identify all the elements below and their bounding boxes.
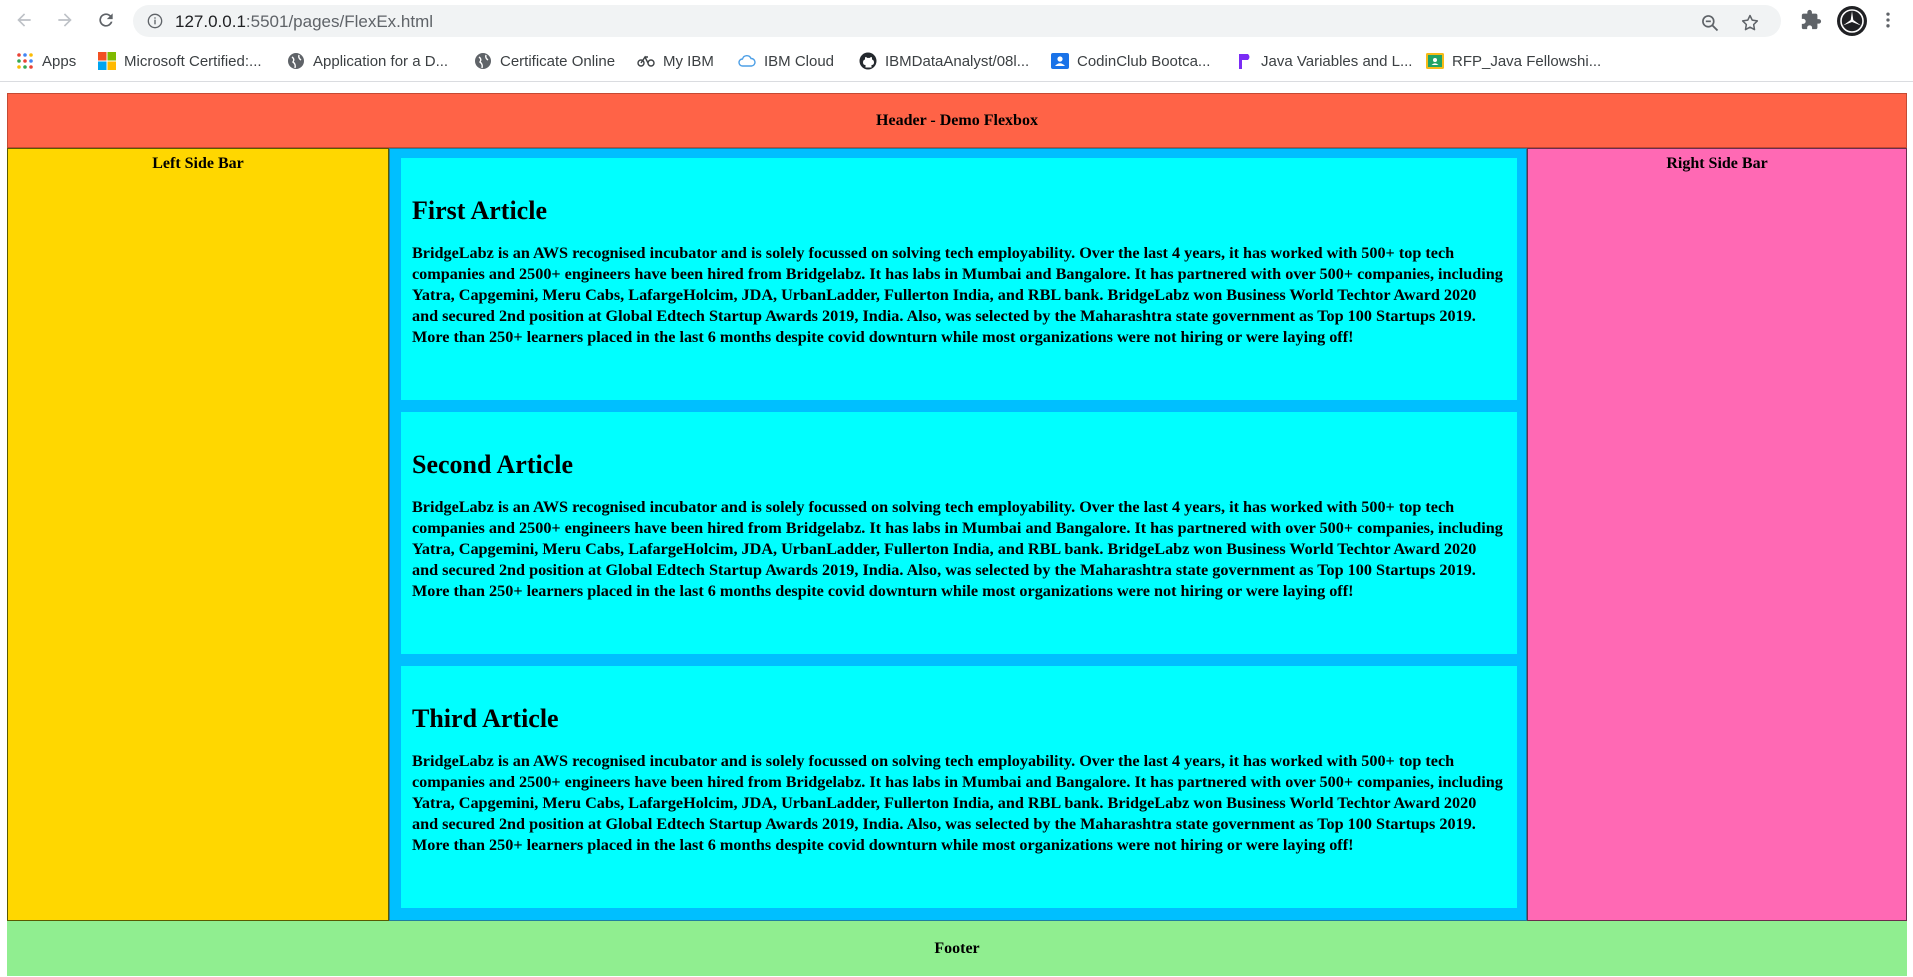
reload-icon xyxy=(99,13,113,27)
bookmark-rfp-java[interactable]: RFP_Java Fellowshi... xyxy=(1426,50,1601,72)
main-content: First Article BridgeLabz is an AWS recog… xyxy=(389,148,1527,921)
forward-button[interactable] xyxy=(53,8,77,32)
left-sidebar: Left Side Bar xyxy=(7,148,389,921)
address-bar[interactable]: 127.0.0.1:5501/pages/FlexEx.html xyxy=(133,5,1781,37)
bookmark-label: IBM Cloud xyxy=(764,52,835,70)
bookmark-label: Microsoft Certified:... xyxy=(124,52,262,70)
browser-toolbar: 127.0.0.1:5501/pages/FlexEx.html xyxy=(0,0,1913,41)
bookmark-certificate-online[interactable]: Certificate Online xyxy=(474,50,615,72)
bookmark-label: Apps xyxy=(42,52,77,70)
left-sidebar-title: Left Side Bar xyxy=(152,155,244,172)
classroom-icon xyxy=(1426,53,1444,69)
bookmark-label: Certificate Online xyxy=(500,52,616,70)
article-first: First Article BridgeLabz is an AWS recog… xyxy=(401,158,1517,400)
article-third: Third Article BridgeLabz is an AWS recog… xyxy=(401,666,1517,908)
flag-icon xyxy=(1239,54,1250,69)
bookmark-label: CodinClub Bootca... xyxy=(1077,52,1211,70)
page-footer: Footer xyxy=(7,921,1907,976)
url-host: 127.0.0.1 xyxy=(175,12,246,31)
globe-icon xyxy=(288,53,304,69)
github-icon xyxy=(859,52,877,70)
bookmark-my-ibm[interactable]: My IBM xyxy=(637,50,714,72)
bookmark-microsoft-certified[interactable]: Microsoft Certified:... xyxy=(98,50,262,72)
browser-menu-icon[interactable] xyxy=(1878,9,1898,31)
url-text[interactable]: 127.0.0.1:5501/pages/FlexEx.html xyxy=(175,12,433,32)
page-header: Header - Demo Flexbox xyxy=(7,93,1907,148)
article-second: Second Article BridgeLabz is an AWS reco… xyxy=(401,412,1517,654)
ibm-icon xyxy=(637,55,655,67)
page-viewport: Header - Demo Flexbox Left Side Bar Firs… xyxy=(0,83,1913,977)
back-arrow-icon xyxy=(17,13,31,27)
article-body: BridgeLabz is an AWS recognised incubato… xyxy=(412,752,1503,854)
reload-button[interactable] xyxy=(94,8,118,32)
bookmark-ibm-data-analyst[interactable]: IBMDataAnalyst/08l... xyxy=(859,50,1029,72)
bookmark-apps[interactable]: Apps xyxy=(16,50,76,72)
cloud-icon xyxy=(738,55,756,67)
bookmark-label: RFP_Java Fellowshi... xyxy=(1452,52,1602,70)
article-title: First Article xyxy=(412,196,547,225)
bookmark-label: My IBM xyxy=(663,52,714,70)
right-sidebar: Right Side Bar xyxy=(1527,148,1907,921)
bookmark-java-variables[interactable]: Java Variables and L... xyxy=(1235,50,1412,72)
apps-grid-icon xyxy=(17,53,33,69)
forward-arrow-icon xyxy=(58,13,72,27)
right-sidebar-title: Right Side Bar xyxy=(1666,155,1768,172)
info-icon[interactable] xyxy=(147,13,163,29)
contact-card-icon xyxy=(1051,53,1069,69)
back-button[interactable] xyxy=(12,8,36,32)
bookmark-label: Java Variables and L... xyxy=(1261,52,1413,70)
profile-logo-icon xyxy=(1840,9,1864,33)
profile-avatar[interactable] xyxy=(1837,6,1867,36)
bookmarks-bar: Apps Microsoft Certified:... Application… xyxy=(0,41,1913,82)
bookmark-label: IBMDataAnalyst/08l... xyxy=(885,52,1030,70)
bookmark-star-icon[interactable] xyxy=(1740,13,1760,33)
article-body: BridgeLabz is an AWS recognised incubato… xyxy=(412,498,1503,600)
globe-icon xyxy=(475,53,491,69)
extensions-icon[interactable] xyxy=(1800,9,1822,31)
article-title: Second Article xyxy=(412,450,574,479)
article-title: Third Article xyxy=(412,704,559,733)
article-body: BridgeLabz is an AWS recognised incubato… xyxy=(412,244,1503,346)
zoom-icon[interactable] xyxy=(1700,13,1720,33)
bookmark-codinclub[interactable]: CodinClub Bootca... xyxy=(1051,50,1210,72)
bookmark-application[interactable]: Application for a D... xyxy=(287,50,448,72)
bookmark-label: Application for a D... xyxy=(313,52,449,70)
microsoft-logo-icon xyxy=(98,52,116,70)
bookmark-ibm-cloud[interactable]: IBM Cloud xyxy=(738,50,834,72)
url-path: :5501/pages/FlexEx.html xyxy=(245,12,434,31)
